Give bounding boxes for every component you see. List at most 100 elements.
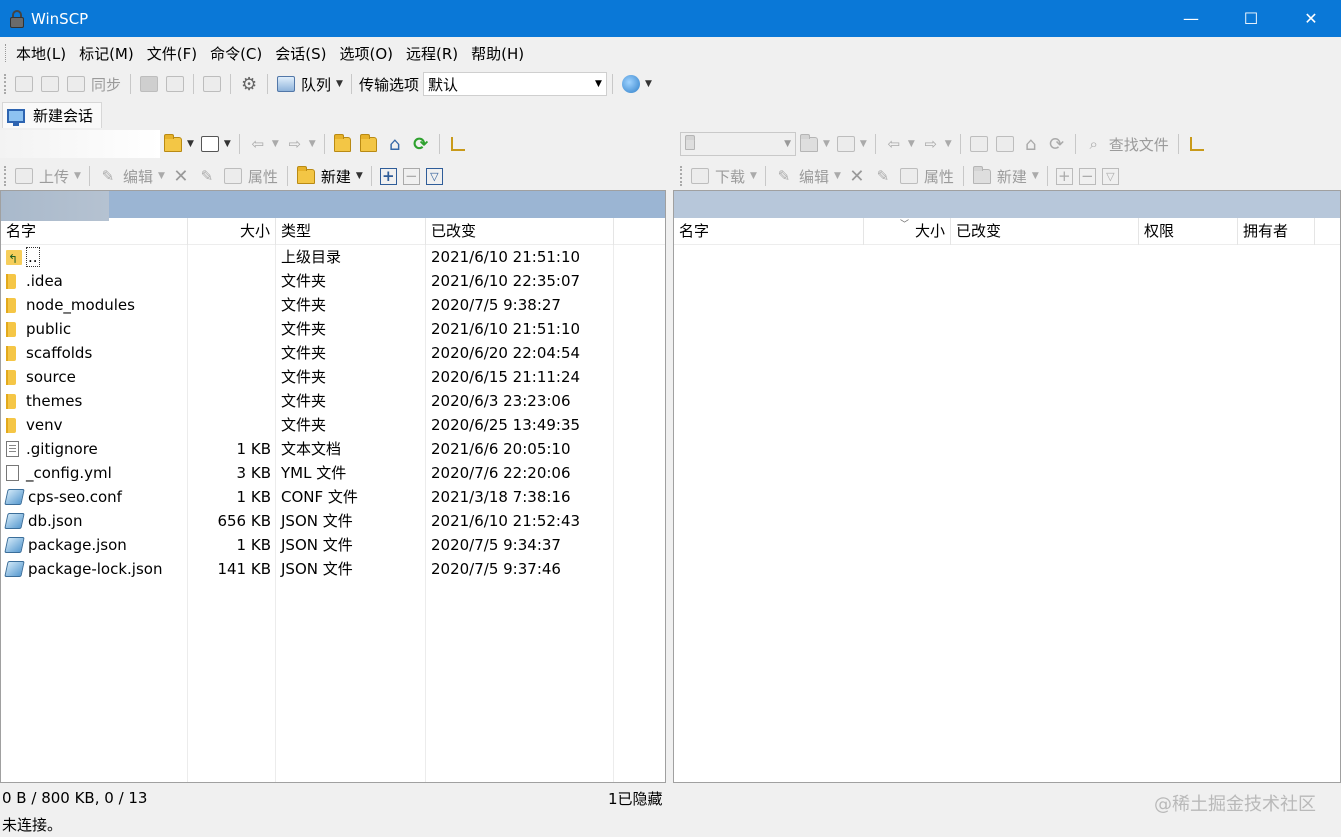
forward-arrow-icon[interactable]: ⇨ [921, 135, 941, 153]
edit-dropdown-icon[interactable]: ▼ [158, 171, 165, 181]
column-changed[interactable]: 已改变 [951, 218, 1139, 245]
close-button[interactable]: ✕ [1281, 0, 1341, 37]
file-row[interactable]: source 文件夹 2020/6/15 21:11:24 [1, 365, 665, 389]
file-row[interactable]: scaffolds 文件夹 2020/6/20 22:04:54 [1, 341, 665, 365]
new-dropdown-icon[interactable]: ▼ [1032, 171, 1039, 181]
upload-icon[interactable] [14, 167, 34, 185]
menu-help[interactable]: 帮助(H) [463, 43, 529, 64]
find-files-icon[interactable]: ⌕ [1084, 135, 1104, 153]
sync-icon[interactable] [66, 75, 86, 93]
menu-options[interactable]: 选项(O) [331, 43, 398, 64]
root-directory-icon[interactable] [995, 135, 1015, 153]
file-row[interactable]: cps-seo.conf 1 KB CONF 文件 2021/3/18 7:38:16 [1, 485, 665, 509]
gear-icon[interactable]: ⚙ [239, 74, 259, 95]
edit-icon[interactable]: ✎ [98, 167, 118, 185]
download-button[interactable]: 下载 [715, 166, 745, 187]
file-row[interactable]: node_modules 文件夹 2020/7/5 9:38:27 [1, 293, 665, 317]
properties-icon[interactable] [223, 167, 243, 185]
new-button[interactable]: 新建 [997, 166, 1027, 187]
maximize-button[interactable]: ☐ [1221, 0, 1281, 37]
rename-icon[interactable]: ✎ [197, 167, 217, 185]
column-name[interactable]: 名字 [674, 218, 864, 245]
file-row[interactable]: .. 上级目录 2021/6/10 21:51:10 [1, 245, 665, 269]
terminal-icon[interactable] [139, 75, 159, 93]
edit-button[interactable]: 编辑 [123, 166, 153, 187]
new-folder-icon[interactable] [296, 165, 316, 185]
filter-files-icon[interactable]: ▽ [425, 167, 443, 185]
rename-icon[interactable]: ✎ [873, 167, 893, 185]
new-button[interactable]: 新建 [321, 166, 351, 187]
minimize-button[interactable]: — [1161, 0, 1221, 37]
new-dropdown-icon[interactable]: ▼ [356, 171, 363, 181]
upload-dropdown-icon[interactable]: ▼ [74, 171, 81, 181]
deselect-icon[interactable]: − [402, 167, 420, 185]
parent-directory-icon[interactable] [969, 135, 989, 153]
deselect-icon[interactable]: − [1078, 167, 1096, 185]
filter-dropdown-icon[interactable]: ▼ [860, 139, 867, 149]
menu-file[interactable]: 文件(F) [139, 43, 202, 64]
edit-dropdown-icon[interactable]: ▼ [834, 171, 841, 181]
column-owner[interactable]: 拥有者 [1238, 218, 1315, 245]
forward-dropdown-icon[interactable]: ▼ [309, 139, 316, 149]
upload-button[interactable]: 上传 [39, 166, 69, 187]
download-dropdown-icon[interactable]: ▼ [750, 171, 757, 181]
menu-session[interactable]: 会话(S) [267, 43, 331, 64]
back-dropdown-icon[interactable]: ▼ [908, 139, 915, 149]
open-directory-dropdown-icon[interactable]: ▼ [187, 139, 194, 149]
menu-mark[interactable]: 标记(M) [71, 43, 139, 64]
globe-dropdown-icon[interactable]: ▼ [645, 79, 652, 89]
column-type[interactable]: 类型 [276, 218, 426, 245]
open-directory-icon[interactable] [799, 133, 819, 153]
column-size[interactable]: 大小 [188, 218, 276, 245]
file-row[interactable]: package.json 1 KB JSON 文件 2020/7/5 9:34:37 [1, 533, 665, 557]
delete-icon[interactable]: ✕ [847, 166, 867, 187]
menu-commands[interactable]: 命令(C) [202, 43, 267, 64]
back-arrow-icon[interactable]: ⇦ [884, 135, 904, 153]
column-name[interactable]: 名字 [1, 218, 188, 245]
compare-directories-icon[interactable] [14, 75, 34, 93]
remote-path-bar[interactable] [674, 191, 1340, 218]
refresh-icon[interactable]: ⟳ [411, 134, 431, 155]
file-row[interactable]: themes 文件夹 2020/6/3 23:23:06 [1, 389, 665, 413]
back-dropdown-icon[interactable]: ▼ [272, 139, 279, 149]
download-icon[interactable] [690, 167, 710, 185]
select-all-icon[interactable]: + [1055, 167, 1073, 185]
file-row[interactable]: .idea 文件夹 2021/6/10 22:35:07 [1, 269, 665, 293]
delete-icon[interactable]: ✕ [171, 166, 191, 187]
tree-view-icon[interactable] [448, 135, 468, 153]
column-size[interactable]: ﹀ 大小 [864, 218, 951, 245]
properties-icon[interactable] [899, 167, 919, 185]
session-tab[interactable]: 新建会话 [2, 102, 103, 128]
find-files-button[interactable]: 查找文件 [1109, 134, 1169, 155]
edit-icon[interactable]: ✎ [774, 167, 794, 185]
filter-icon[interactable] [836, 135, 856, 153]
open-directory-icon[interactable] [163, 133, 183, 153]
column-rights[interactable]: 权限 [1139, 218, 1238, 245]
local-path-bar[interactable] [1, 191, 665, 221]
root-directory-icon[interactable] [359, 133, 379, 153]
transfer-preset-select[interactable]: 默认 ▼ [422, 72, 607, 96]
menu-local[interactable]: 本地(L) [8, 43, 71, 64]
properties-button[interactable]: 属性 [924, 166, 954, 187]
tree-view-icon[interactable] [1187, 135, 1207, 153]
toolbar-grip[interactable] [4, 74, 8, 94]
file-row[interactable]: _config.yml 3 KB YML 文件 2020/7/6 22:20:06 [1, 461, 665, 485]
file-row[interactable]: .gitignore 1 KB 文本文档 2021/6/6 20:05:10 [1, 437, 665, 461]
file-row[interactable]: public 文件夹 2021/6/10 21:51:10 [1, 317, 665, 341]
toolbar-grip[interactable] [680, 166, 684, 186]
new-folder-icon[interactable] [972, 165, 992, 185]
select-all-icon[interactable]: + [379, 167, 397, 185]
queue-dropdown-icon[interactable]: ▼ [336, 79, 343, 89]
sync-label[interactable]: 同步 [91, 74, 121, 95]
home-icon[interactable]: ⌂ [1021, 134, 1041, 155]
home-icon[interactable]: ⌂ [385, 134, 405, 155]
synchronize-browsing-icon[interactable] [40, 75, 60, 93]
parent-directory-icon[interactable] [333, 133, 353, 153]
forward-arrow-icon[interactable]: ⇨ [285, 135, 305, 153]
open-directory-dropdown-icon[interactable]: ▼ [823, 139, 830, 149]
file-row[interactable]: db.json 656 KB JSON 文件 2021/6/10 21:52:43 [1, 509, 665, 533]
hidden-count[interactable]: 1已隐藏 [608, 788, 663, 809]
find-icon[interactable] [202, 75, 222, 93]
filter-icon[interactable] [200, 135, 220, 153]
toolbar-grip[interactable] [4, 166, 8, 186]
